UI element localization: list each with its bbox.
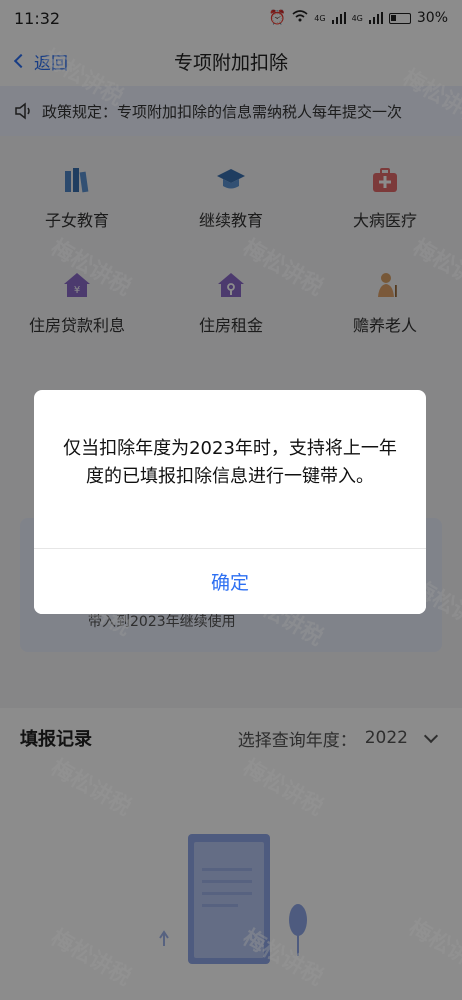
dialog-message: 仅当扣除年度为2023年时，支持将上一年度的已填报扣除信息进行一键带入。 (63, 438, 397, 487)
alert-dialog: 仅当扣除年度为2023年时，支持将上一年度的已填报扣除信息进行一键带入。 确定 (34, 390, 426, 614)
confirm-button[interactable]: 确定 (34, 549, 426, 614)
